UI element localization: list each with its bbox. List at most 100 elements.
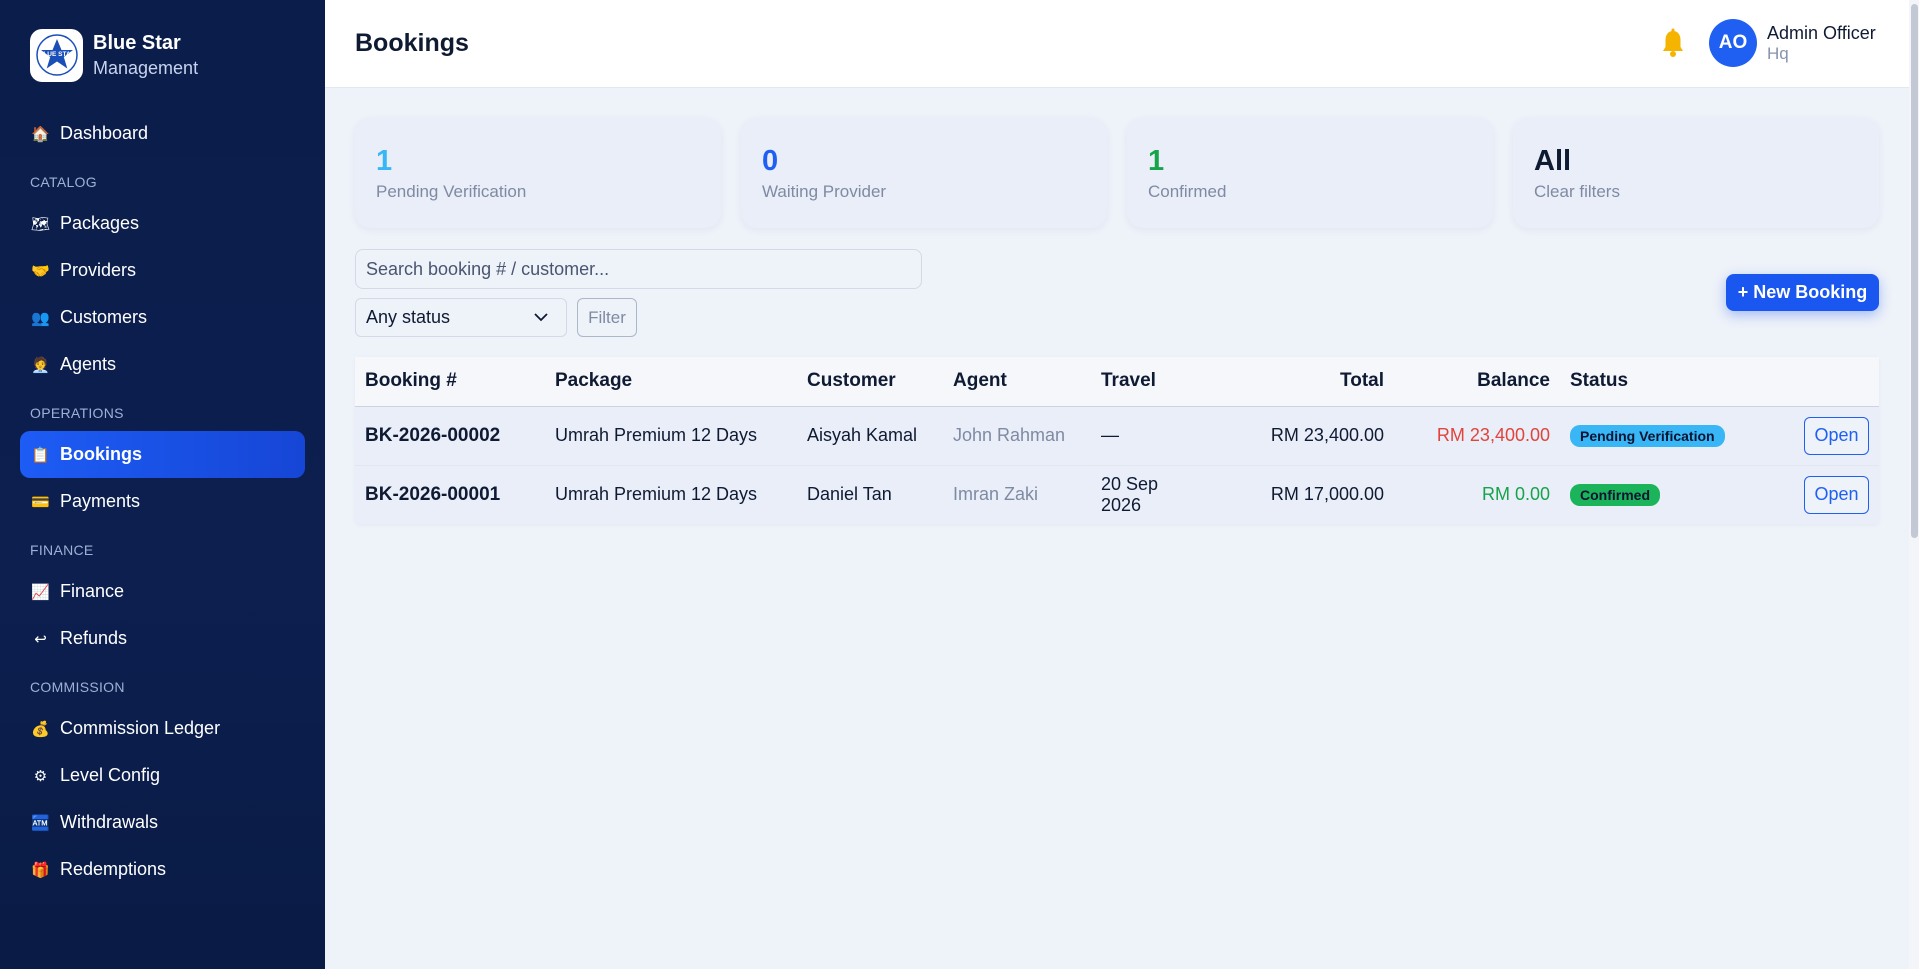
sidebar-item-bookings[interactable]: 📋 Bookings <box>20 431 305 478</box>
status-cell: Pending Verification <box>1560 406 1780 466</box>
action-cell: Open <box>1780 465 1879 524</box>
sidebar-item-label: Providers <box>60 260 137 280</box>
sidebar-item-refunds[interactable]: ↩ Refunds <box>20 615 305 662</box>
handshake-icon: 🤝 <box>31 262 50 280</box>
column-header: Travel <box>1091 357 1211 407</box>
brand-subtitle: Management <box>93 57 199 78</box>
sidebar: BLUE STAR Blue Star Management 🏠 Dashboa… <box>0 0 325 969</box>
table-header-row: Booking # Package Customer Agent Travel … <box>355 357 1879 407</box>
return-icon: ↩ <box>34 630 47 648</box>
total-cell: RM 23,400.00 <box>1211 406 1394 466</box>
open-button[interactable]: Open <box>1804 475 1869 514</box>
booking-number[interactable]: BK-2026-00002 <box>355 406 545 466</box>
stat-label: Clear filters <box>1534 182 1620 201</box>
top-bar: Bookings AO Admin Officer Hq <box>325 0 1909 88</box>
stat-card-clear-filters[interactable]: All Clear filters <box>1513 118 1879 228</box>
sidebar-item-customers[interactable]: 👥 Customers <box>20 294 305 341</box>
sidebar-item-label: Dashboard <box>60 123 149 143</box>
travel-cell: 20 Sep 2026 <box>1091 465 1211 524</box>
sidebar-item-packages[interactable]: 🗺 Packages <box>20 200 305 247</box>
scrollbar-thumb[interactable] <box>1911 4 1918 538</box>
agent-cell: John Rahman <box>943 406 1091 466</box>
column-header: Agent <box>943 357 1091 407</box>
sidebar-item-withdrawals[interactable]: 🏧 Withdrawals <box>20 799 305 846</box>
column-header: Balance <box>1394 357 1560 407</box>
map-icon: 🗺 <box>31 215 51 233</box>
stat-value: 1 <box>376 145 393 177</box>
clipboard-icon: 📋 <box>31 446 50 464</box>
gift-icon: 🎁 <box>31 861 50 879</box>
sidebar-item-label: Bookings <box>60 444 143 464</box>
sidebar-item-label: Withdrawals <box>60 812 159 832</box>
action-cell: Open <box>1780 406 1879 466</box>
total-cell: RM 17,000.00 <box>1211 465 1394 524</box>
table-row[interactable]: BK-2026-00001 Umrah Premium 12 Days Dani… <box>355 465 1879 524</box>
sidebar-item-label: Commission Ledger <box>60 718 221 738</box>
atm-icon: 🏧 <box>31 814 50 832</box>
stat-card-waiting-provider[interactable]: 0 Waiting Provider <box>741 118 1107 228</box>
column-header: Total <box>1211 357 1394 407</box>
column-header: Package <box>545 357 797 407</box>
search-input[interactable] <box>355 249 922 289</box>
stat-label: Waiting Provider <box>762 182 887 201</box>
sidebar-item-payments[interactable]: 💳 Payments <box>20 478 305 525</box>
stat-card-pending-verification[interactable]: 1 Pending Verification <box>355 118 721 228</box>
open-button[interactable]: Open <box>1804 416 1869 455</box>
section-commission: COMMISSION <box>30 679 125 695</box>
logo-text: BLUE STAR <box>38 51 75 58</box>
status-cell: Confirmed <box>1560 465 1780 524</box>
status-select[interactable]: Any status <box>355 298 567 337</box>
stat-card-confirmed[interactable]: 1 Confirmed <box>1127 118 1493 228</box>
sidebar-item-label: Packages <box>60 213 140 233</box>
star-logo-icon: BLUE STAR <box>35 34 78 76</box>
filter-button[interactable]: Filter <box>577 298 637 337</box>
agent-cell: Imran Zaki <box>943 465 1091 524</box>
bookings-table: Booking # Package Customer Agent Travel … <box>355 357 1879 524</box>
stat-value: 1 <box>1148 145 1165 177</box>
sidebar-item-providers[interactable]: 🤝 Providers <box>20 247 305 294</box>
booking-number[interactable]: BK-2026-00001 <box>355 465 545 524</box>
status-select-value: Any status <box>366 307 451 327</box>
column-header: Customer <box>797 357 943 407</box>
sidebar-item-label: Refunds <box>60 628 128 648</box>
page-title: Bookings <box>355 29 469 57</box>
table-row[interactable]: BK-2026-00002 Umrah Premium 12 Days Aisy… <box>355 406 1879 466</box>
brand-name: Blue Star <box>93 31 181 54</box>
sidebar-item-label: Level Config <box>60 765 161 785</box>
sidebar-item-level-config[interactable]: ⚙ Level Config <box>20 752 305 799</box>
agent-icon: 🧑‍💼 <box>31 356 50 374</box>
user-role: Hq <box>1767 44 1789 63</box>
stat-label: Pending Verification <box>376 182 527 201</box>
sidebar-item-commission-ledger[interactable]: 💰 Commission Ledger <box>20 705 305 752</box>
avatar[interactable]: AO <box>1709 19 1757 67</box>
money-bag-icon: 💰 <box>31 720 50 738</box>
customer-cell: Daniel Tan <box>797 465 943 524</box>
brand-logo: BLUE STAR <box>30 28 83 82</box>
new-booking-button[interactable]: + New Booking <box>1726 274 1879 311</box>
chart-icon: 📈 <box>31 583 50 601</box>
section-finance: FINANCE <box>30 542 94 558</box>
status-badge: Pending Verification <box>1570 424 1725 447</box>
package-cell: Umrah Premium 12 Days <box>545 465 797 524</box>
sidebar-item-label: Payments <box>60 491 141 511</box>
bell-icon[interactable] <box>1660 28 1686 58</box>
stat-value: 0 <box>762 145 779 177</box>
stat-value: All <box>1534 145 1572 177</box>
chevron-down-icon <box>534 313 548 322</box>
sidebar-item-dashboard[interactable]: 🏠 Dashboard <box>20 110 305 157</box>
stat-label: Confirmed <box>1148 182 1227 201</box>
sidebar-item-finance[interactable]: 📈 Finance <box>20 568 305 615</box>
brand[interactable]: BLUE STAR Blue Star Management <box>0 0 325 110</box>
section-operations: OPERATIONS <box>30 405 124 421</box>
sidebar-item-agents[interactable]: 🧑‍💼 Agents <box>20 341 305 388</box>
stat-cards: 1 Pending Verification 0 Waiting Provide… <box>355 118 1879 228</box>
sidebar-item-label: Customers <box>60 307 148 327</box>
travel-cell: — <box>1091 406 1211 466</box>
users-icon: 👥 <box>31 309 50 327</box>
gear-icon: ⚙ <box>33 767 48 785</box>
column-header-actions <box>1780 357 1879 407</box>
column-header: Booking # <box>355 357 545 407</box>
column-header: Status <box>1560 357 1780 407</box>
sidebar-item-redemptions[interactable]: 🎁 Redemptions <box>20 846 305 893</box>
sidebar-item-label: Redemptions <box>60 859 167 879</box>
